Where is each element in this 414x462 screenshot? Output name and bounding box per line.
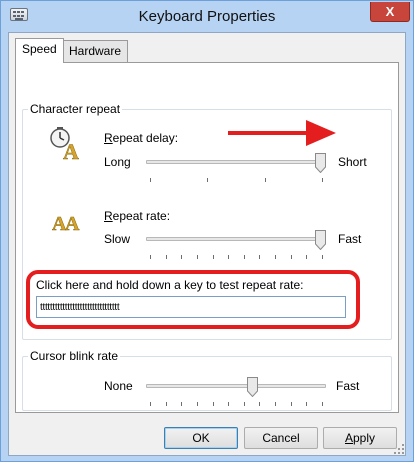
apply-button[interactable]: Apply — [323, 427, 397, 449]
slider-tick — [150, 402, 151, 406]
repeat-rate-text: epeat rate: — [112, 209, 171, 223]
slider-tick — [150, 178, 151, 182]
repeat-delay-max-label: Short — [338, 155, 367, 169]
repeat-delay-min-label: Long — [104, 155, 131, 169]
repeat-delay-icon: A — [50, 127, 79, 161]
svg-text:A: A — [63, 139, 79, 161]
ok-button[interactable]: OK — [164, 427, 238, 449]
svg-text:A: A — [65, 213, 80, 234]
slider-tick — [275, 402, 276, 406]
slider-tick — [306, 402, 307, 406]
annotation-arrow — [228, 120, 336, 146]
slider-thumb[interactable] — [315, 153, 326, 173]
cancel-button[interactable]: Cancel — [244, 427, 318, 449]
slider-tick — [259, 402, 260, 406]
slider-track[interactable] — [146, 237, 326, 241]
slider-tick — [166, 402, 167, 406]
character-repeat-label: Character repeat — [28, 102, 123, 116]
slider-track[interactable] — [146, 160, 326, 164]
close-button[interactable]: X — [370, 2, 410, 22]
slider-tick — [166, 255, 167, 259]
annotation-highlight-box — [26, 270, 360, 329]
slider-tick — [265, 178, 266, 182]
slider-tick — [291, 255, 292, 259]
slider-tick — [322, 255, 323, 259]
title-bar[interactable]: Keyboard Properties X — [1, 1, 413, 33]
keyboard-properties-window: Keyboard Properties X Speed Hardware Cha… — [0, 0, 414, 462]
slider-tick — [306, 255, 307, 259]
slider-thumb[interactable] — [247, 377, 258, 397]
slider-tick — [197, 255, 198, 259]
repeat-rate-max-label: Fast — [338, 232, 362, 246]
slider-tick — [244, 402, 245, 406]
speed-tab-panel: Character repeat A Repeat delay: Long Sh… — [15, 62, 399, 413]
slider-tick — [322, 402, 323, 406]
slider-tick — [181, 255, 182, 259]
slider-tick — [291, 402, 292, 406]
repeat-delay-text: epeat delay: — [112, 131, 179, 145]
slider-thumb[interactable] — [315, 230, 326, 250]
slider-tick — [207, 178, 208, 182]
repeat-delay-label: Repeat delay: — [104, 131, 179, 145]
slider-tick — [197, 402, 198, 406]
slider-tick — [259, 255, 260, 259]
slider-tick — [228, 255, 229, 259]
dialog-client-area: Speed Hardware Character repeat A Repeat… — [8, 32, 406, 456]
slider-track[interactable] — [146, 384, 326, 388]
slider-tick — [213, 402, 214, 406]
tab-speed[interactable]: Speed — [15, 38, 64, 63]
repeat-rate-icon: A A — [52, 213, 80, 234]
cursor-blink-max-label: Fast — [336, 379, 360, 393]
slider-tick — [322, 178, 323, 182]
slider-tick — [228, 402, 229, 406]
window-title: Keyboard Properties — [138, 8, 276, 25]
slider-tick — [213, 255, 214, 259]
cursor-blink-label: Cursor blink rate — [28, 349, 121, 363]
slider-tick — [275, 255, 276, 259]
slider-tick — [181, 402, 182, 406]
slider-tick — [244, 255, 245, 259]
repeat-rate-label: Repeat rate: — [104, 209, 171, 223]
cursor-blink-min-label: None — [104, 379, 133, 393]
slider-tick — [150, 255, 151, 259]
repeat-rate-min-label: Slow — [104, 232, 131, 246]
apply-button-text: pply — [353, 431, 376, 445]
resize-grip-icon[interactable] — [393, 443, 405, 455]
tab-hardware[interactable]: Hardware — [62, 40, 129, 62]
